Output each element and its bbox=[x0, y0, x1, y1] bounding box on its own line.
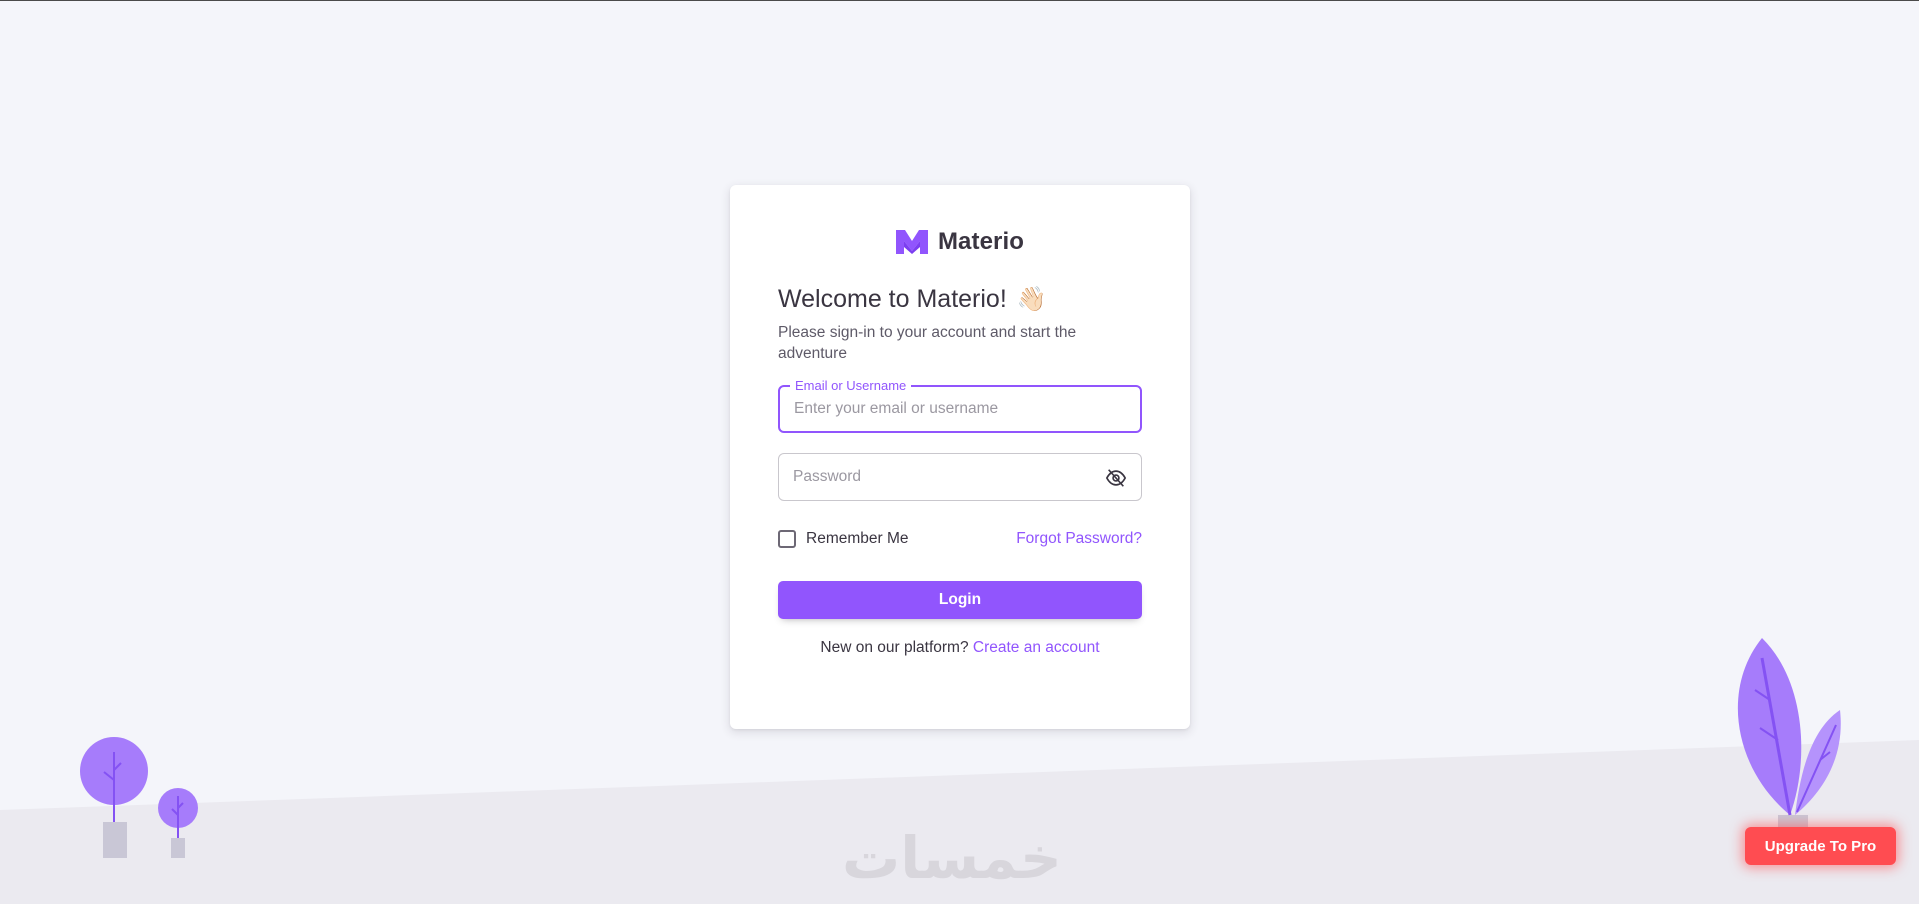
tree-left-large-illustration bbox=[80, 737, 148, 858]
brand-name: Materio bbox=[937, 228, 1025, 255]
signup-prompt: New on our platform? bbox=[820, 639, 969, 656]
remember-me-checkbox[interactable]: Remember Me bbox=[778, 530, 909, 548]
remember-me-label: Remember Me bbox=[806, 530, 909, 547]
waving-hand-icon: 👋🏻 bbox=[1016, 285, 1047, 313]
checkbox-box[interactable] bbox=[778, 530, 796, 548]
login-card: Materio Welcome to Materio! 👋🏻 Please si… bbox=[730, 185, 1190, 729]
login-button[interactable]: Login bbox=[778, 581, 1142, 619]
password-field[interactable] bbox=[778, 453, 1142, 501]
eye-off-icon[interactable] bbox=[1105, 467, 1127, 489]
remember-row: Remember Me Forgot Password? bbox=[778, 530, 1142, 548]
welcome-heading: Welcome to Materio! 👋🏻 bbox=[778, 285, 1047, 314]
email-input[interactable] bbox=[794, 387, 1094, 431]
tree-left-small-illustration bbox=[158, 788, 198, 858]
welcome-title: Welcome to Materio! bbox=[778, 285, 1007, 313]
email-field[interactable]: Email or Username bbox=[778, 378, 1142, 433]
watermark-text: خمسات bbox=[842, 824, 1062, 892]
upgrade-to-pro-button[interactable]: Upgrade To Pro bbox=[1745, 827, 1896, 865]
brand-header: Materio bbox=[730, 228, 1190, 256]
signup-row: New on our platform? Create an account bbox=[730, 639, 1190, 657]
password-input[interactable] bbox=[793, 454, 1093, 500]
forgot-password-link[interactable]: Forgot Password? bbox=[1016, 530, 1142, 548]
materio-logo-icon bbox=[895, 230, 928, 254]
top-border bbox=[0, 0, 1919, 1]
welcome-subtitle: Please sign-in to your account and start… bbox=[778, 324, 1077, 362]
plant-right-illustration bbox=[1737, 638, 1841, 837]
create-account-link[interactable]: Create an account bbox=[973, 639, 1100, 656]
